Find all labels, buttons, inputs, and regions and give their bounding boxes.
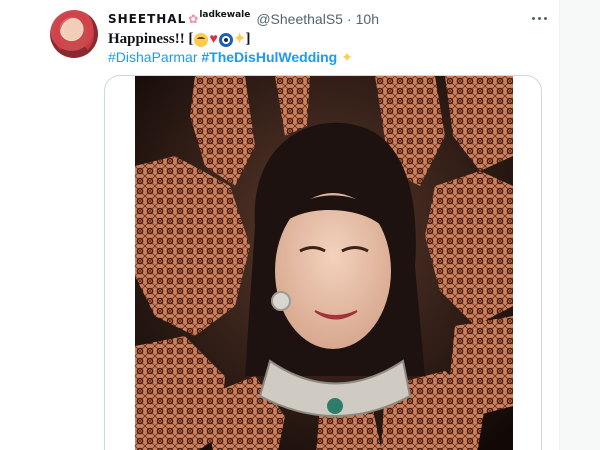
tweet-timestamp[interactable]: 10h xyxy=(356,11,379,27)
hashtag-thedishulwedding[interactable]: #TheDisHulWedding xyxy=(201,49,337,65)
tweet-card[interactable]: SHEETHAL ✿ ladkewale @SheethalS5 · 10h H… xyxy=(0,0,560,450)
tweet-text: Happiness!! [ xyxy=(108,31,194,47)
tweet-text-end: ] xyxy=(245,31,251,47)
display-name[interactable]: SHEETHAL xyxy=(108,12,186,26)
avatar-face xyxy=(64,20,82,40)
sparkles-icon: ✦ xyxy=(233,32,246,47)
cherry-blossom-icon: ✿ xyxy=(188,12,199,26)
tweet-hashtags: #DishaParmar #TheDisHulWedding ✦ xyxy=(108,49,353,66)
bride-figure xyxy=(245,122,425,417)
red-heart-icon: ♥ xyxy=(209,31,218,47)
display-name-suffix[interactable]: ladkewale xyxy=(199,10,250,20)
tweet-media[interactable] xyxy=(104,75,542,450)
background-gap xyxy=(560,0,600,450)
nazar-amulet-icon xyxy=(218,32,233,47)
user-handle[interactable]: @SheethalS5 xyxy=(256,11,343,27)
tweet-header: SHEETHAL ✿ ladkewale @SheethalS5 · 10h xyxy=(108,10,379,28)
hashtag-dishaparmar[interactable]: #DishaParmar xyxy=(108,49,197,65)
more-options-icon[interactable] xyxy=(526,8,552,28)
separator: · xyxy=(346,11,352,27)
smiling-face-icon xyxy=(194,32,209,47)
tweet-text-line1: Happiness!! [ ♥ ✦ ] xyxy=(108,31,250,48)
photo-illustration xyxy=(135,76,513,450)
bride-photo[interactable] xyxy=(135,76,513,450)
sparkles-icon: ✦ xyxy=(341,49,353,65)
avatar[interactable] xyxy=(50,10,98,58)
